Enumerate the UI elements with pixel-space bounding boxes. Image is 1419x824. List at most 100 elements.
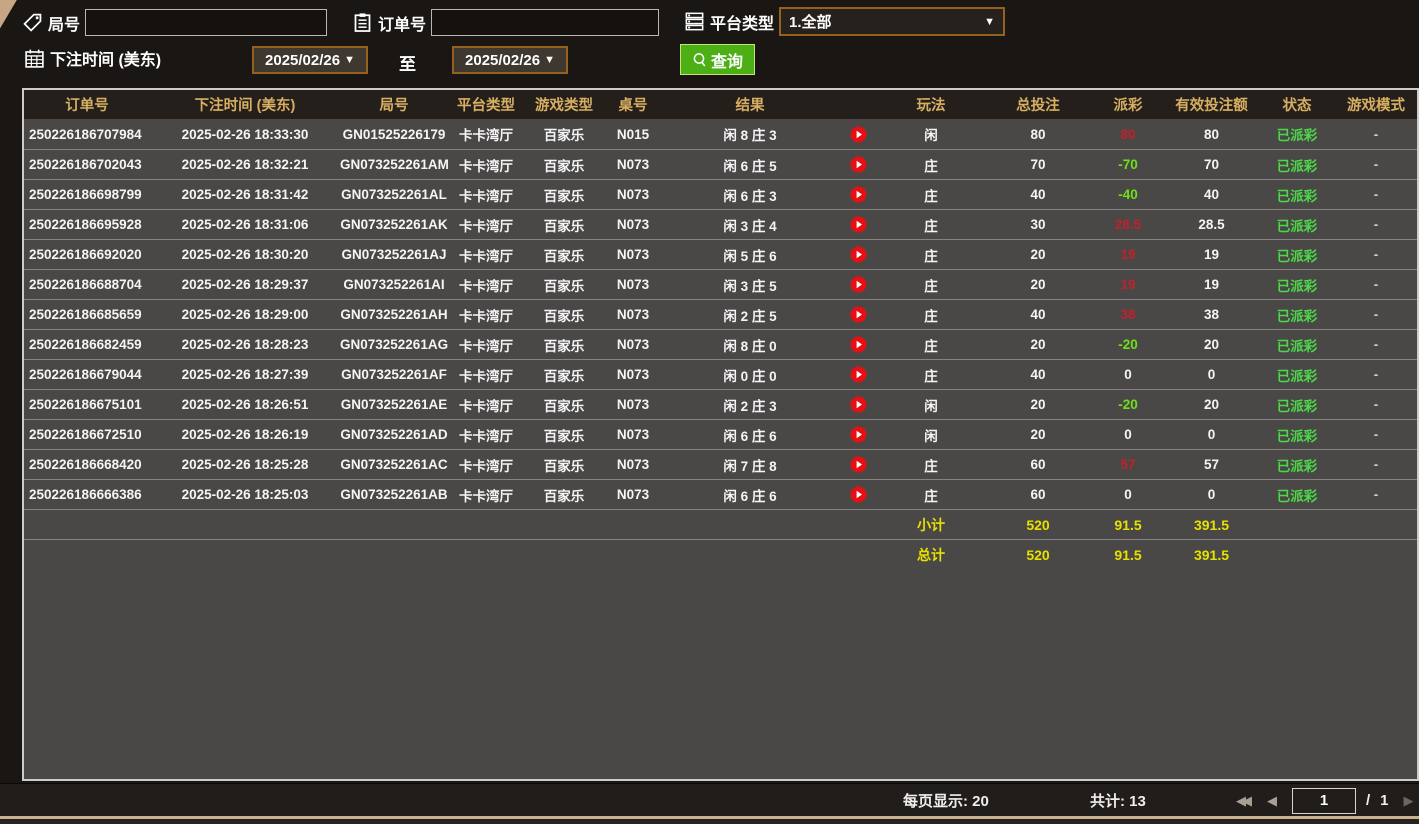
grand-total-row-payout: 91.5 — [1092, 547, 1164, 563]
subtotal-row: 小计52091.5391.5 — [24, 509, 1417, 539]
cell-status: 已派彩 — [1259, 425, 1335, 445]
prev-page-button[interactable]: ◀ — [1262, 793, 1282, 809]
cell-bet-time: 2025-02-26 18:28:23 — [150, 337, 340, 352]
platform-type-label: 平台类型 — [710, 10, 774, 34]
cell-total-bet: 70 — [984, 157, 1092, 172]
cell-order-no: 250226186668420 — [24, 457, 150, 472]
date-from-select[interactable]: 2025/02/26 ▼ — [252, 46, 368, 74]
cell-game-mode: - — [1335, 427, 1417, 442]
cell-round-no: GN073252261AI — [340, 277, 448, 292]
cell-platform: 卡卡湾厅 — [448, 275, 524, 295]
cell-result: 闲 8 庄 3 — [662, 124, 838, 144]
replay-play-icon[interactable] — [838, 366, 878, 383]
replay-play-icon[interactable] — [838, 456, 878, 473]
replay-play-icon[interactable] — [838, 186, 878, 203]
cell-play-type: 庄 — [878, 365, 984, 385]
platform-type-value: 1.全部 — [789, 11, 832, 32]
search-icon — [692, 52, 708, 68]
cell-valid-bet: 19 — [1164, 247, 1259, 262]
replay-play-icon[interactable] — [838, 216, 878, 233]
tag-icon — [22, 12, 43, 33]
cell-order-no: 250226186688704 — [24, 277, 150, 292]
cell-round-no: GN073252261AK — [340, 217, 448, 232]
round-number-filter: 局号 — [22, 9, 327, 36]
cell-result: 闲 5 庄 6 — [662, 245, 838, 265]
cell-platform: 卡卡湾厅 — [448, 335, 524, 355]
first-page-button[interactable]: ◀◀ — [1232, 793, 1252, 809]
next-page-button[interactable]: ▶ — [1399, 793, 1419, 809]
server-list-icon — [684, 11, 705, 32]
round-number-input[interactable] — [85, 9, 327, 36]
bottom-edge-strip — [0, 819, 1419, 824]
column-header-platform: 平台类型 — [448, 94, 524, 115]
cell-round-no: GN073252261AF — [340, 367, 448, 382]
cell-result: 闲 6 庄 6 — [662, 425, 838, 445]
cell-game-mode: - — [1335, 217, 1417, 232]
table-row: 2502261867020432025-02-26 18:32:21GN0732… — [24, 149, 1417, 179]
cell-result: 闲 2 庄 3 — [662, 395, 838, 415]
cell-payout: 38 — [1092, 307, 1164, 322]
cell-play-type: 庄 — [878, 185, 984, 205]
table-row: 2502261867079842025-02-26 18:33:30GN0152… — [24, 119, 1417, 149]
cell-bet-time: 2025-02-26 18:32:21 — [150, 157, 340, 172]
grand-total-row-label: 总计 — [878, 545, 984, 565]
cell-order-no: 250226186675101 — [24, 397, 150, 412]
cell-platform: 卡卡湾厅 — [448, 455, 524, 475]
replay-play-icon[interactable] — [838, 156, 878, 173]
chevron-down-icon: ▼ — [984, 16, 995, 28]
cell-total-bet: 20 — [984, 427, 1092, 442]
cell-payout: 19 — [1092, 247, 1164, 262]
replay-play-icon[interactable] — [838, 486, 878, 503]
cell-total-bet: 20 — [984, 277, 1092, 292]
bet-records-screen: 局号 订单号 平台类型 1.全部 ▼ 下注时间 (美东) 2025/02/26 … — [0, 0, 1419, 824]
replay-play-icon[interactable] — [838, 396, 878, 413]
replay-play-icon[interactable] — [838, 306, 878, 323]
cell-play-type: 庄 — [878, 155, 984, 175]
cell-play-type: 闲 — [878, 425, 984, 445]
cell-game-type: 百家乐 — [524, 305, 604, 325]
cell-platform: 卡卡湾厅 — [448, 485, 524, 505]
cell-play-type: 庄 — [878, 455, 984, 475]
cell-payout: -20 — [1092, 397, 1164, 412]
cell-game-mode: - — [1335, 337, 1417, 352]
cell-game-type: 百家乐 — [524, 155, 604, 175]
grand-total-row-total-bet: 520 — [984, 547, 1092, 563]
cell-platform: 卡卡湾厅 — [448, 365, 524, 385]
cell-game-mode: - — [1335, 307, 1417, 322]
page-number-input[interactable] — [1292, 788, 1356, 814]
cell-game-mode: - — [1335, 457, 1417, 472]
cell-platform: 卡卡湾厅 — [448, 215, 524, 235]
round-number-label: 局号 — [48, 11, 80, 35]
cell-bet-time: 2025-02-26 18:26:19 — [150, 427, 340, 442]
cell-play-type: 庄 — [878, 305, 984, 325]
cell-status: 已派彩 — [1259, 455, 1335, 475]
replay-play-icon[interactable] — [838, 246, 878, 263]
replay-play-icon[interactable] — [838, 426, 878, 443]
cell-round-no: GN073252261AM — [340, 157, 448, 172]
cell-game-mode: - — [1335, 487, 1417, 502]
cell-status: 已派彩 — [1259, 335, 1335, 355]
cell-status: 已派彩 — [1259, 365, 1335, 385]
replay-play-icon[interactable] — [838, 276, 878, 293]
subtotal-row-payout: 91.5 — [1092, 517, 1164, 533]
replay-play-icon[interactable] — [838, 126, 878, 143]
cell-round-no: GN073252261AJ — [340, 247, 448, 262]
pager-controls: ◀◀ ◀ / 1 ▶ ▶▶ — [1232, 788, 1419, 814]
cell-table-no: N073 — [604, 307, 662, 322]
cell-valid-bet: 57 — [1164, 457, 1259, 472]
cell-payout: 19 — [1092, 277, 1164, 292]
cell-valid-bet: 38 — [1164, 307, 1259, 322]
platform-type-select[interactable]: 1.全部 ▼ — [779, 7, 1005, 36]
cell-round-no: GN073252261AE — [340, 397, 448, 412]
cell-table-no: N015 — [604, 127, 662, 142]
cell-round-no: GN073252261AL — [340, 187, 448, 202]
cell-table-no: N073 — [604, 427, 662, 442]
query-button[interactable]: 查询 — [680, 44, 755, 75]
date-to-select[interactable]: 2025/02/26 ▼ — [452, 46, 568, 74]
cell-game-type: 百家乐 — [524, 455, 604, 475]
cell-result: 闲 0 庄 0 — [662, 365, 838, 385]
replay-play-icon[interactable] — [838, 336, 878, 353]
order-number-input[interactable] — [431, 9, 659, 36]
to-label: 至 — [399, 50, 416, 75]
table-row: 2502261866887042025-02-26 18:29:37GN0732… — [24, 269, 1417, 299]
